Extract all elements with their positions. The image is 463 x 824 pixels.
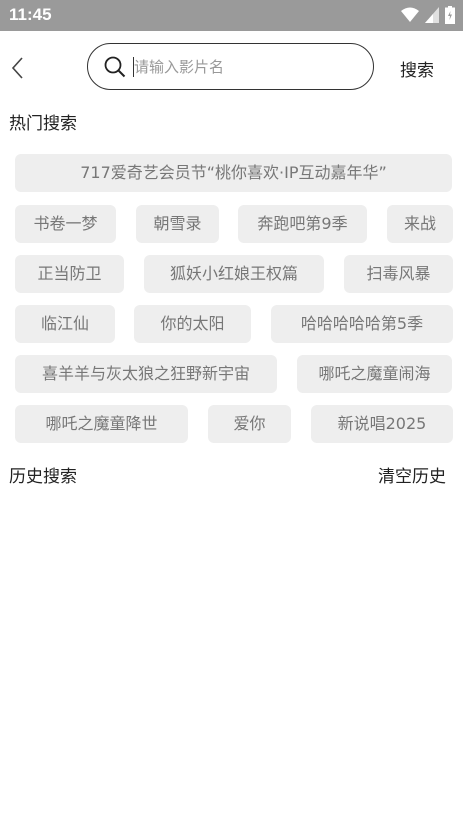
hot-tag[interactable]: 狐妖小红娘王权篇 (144, 255, 324, 293)
status-time: 11:45 (9, 5, 52, 24)
battery-icon (445, 6, 455, 24)
hot-tag[interactable]: 你的太阳 (134, 305, 251, 343)
signal-icon (425, 7, 439, 23)
status-bar: 11:45 (0, 0, 463, 31)
hot-tag[interactable]: 奔跑吧第9季 (238, 205, 367, 243)
text-cursor (133, 57, 134, 77)
hot-tag[interactable]: 书卷一梦 (15, 205, 116, 243)
hot-tag[interactable]: 朝雪录 (136, 205, 219, 243)
clear-history-button[interactable]: 清空历史 (378, 462, 446, 487)
status-icons (401, 6, 455, 24)
hot-search-title: 热门搜索 (9, 114, 77, 134)
hot-tag[interactable]: 哪吒之魔童闹海 (297, 355, 452, 393)
hot-tag[interactable]: 喜羊羊与灰太狼之狂野新宇宙 (15, 355, 277, 393)
hot-tag[interactable]: 新说唱2025 (311, 405, 453, 443)
search-button[interactable]: 搜索 (400, 56, 434, 81)
hot-tag[interactable]: 717爱奇艺会员节“桃你喜欢·IP互动嘉年华” (15, 154, 452, 192)
search-box[interactable] (87, 43, 374, 90)
search-input[interactable] (132, 54, 359, 80)
hot-tag[interactable]: 正当防卫 (15, 255, 124, 293)
back-button[interactable] (6, 54, 32, 84)
search-icon (104, 56, 126, 78)
chevron-left-icon (11, 57, 23, 79)
history-search-title: 历史搜索 (9, 467, 77, 487)
hot-tag[interactable]: 哪吒之魔童降世 (15, 405, 188, 443)
hot-tag[interactable]: 爱你 (208, 405, 291, 443)
wifi-icon (401, 7, 419, 22)
hot-tag[interactable]: 扫毒风暴 (344, 255, 453, 293)
hot-tag[interactable]: 来战 (387, 205, 453, 243)
hot-tag[interactable]: 哈哈哈哈哈第5季 (271, 305, 453, 343)
hot-tag[interactable]: 临江仙 (15, 305, 115, 343)
